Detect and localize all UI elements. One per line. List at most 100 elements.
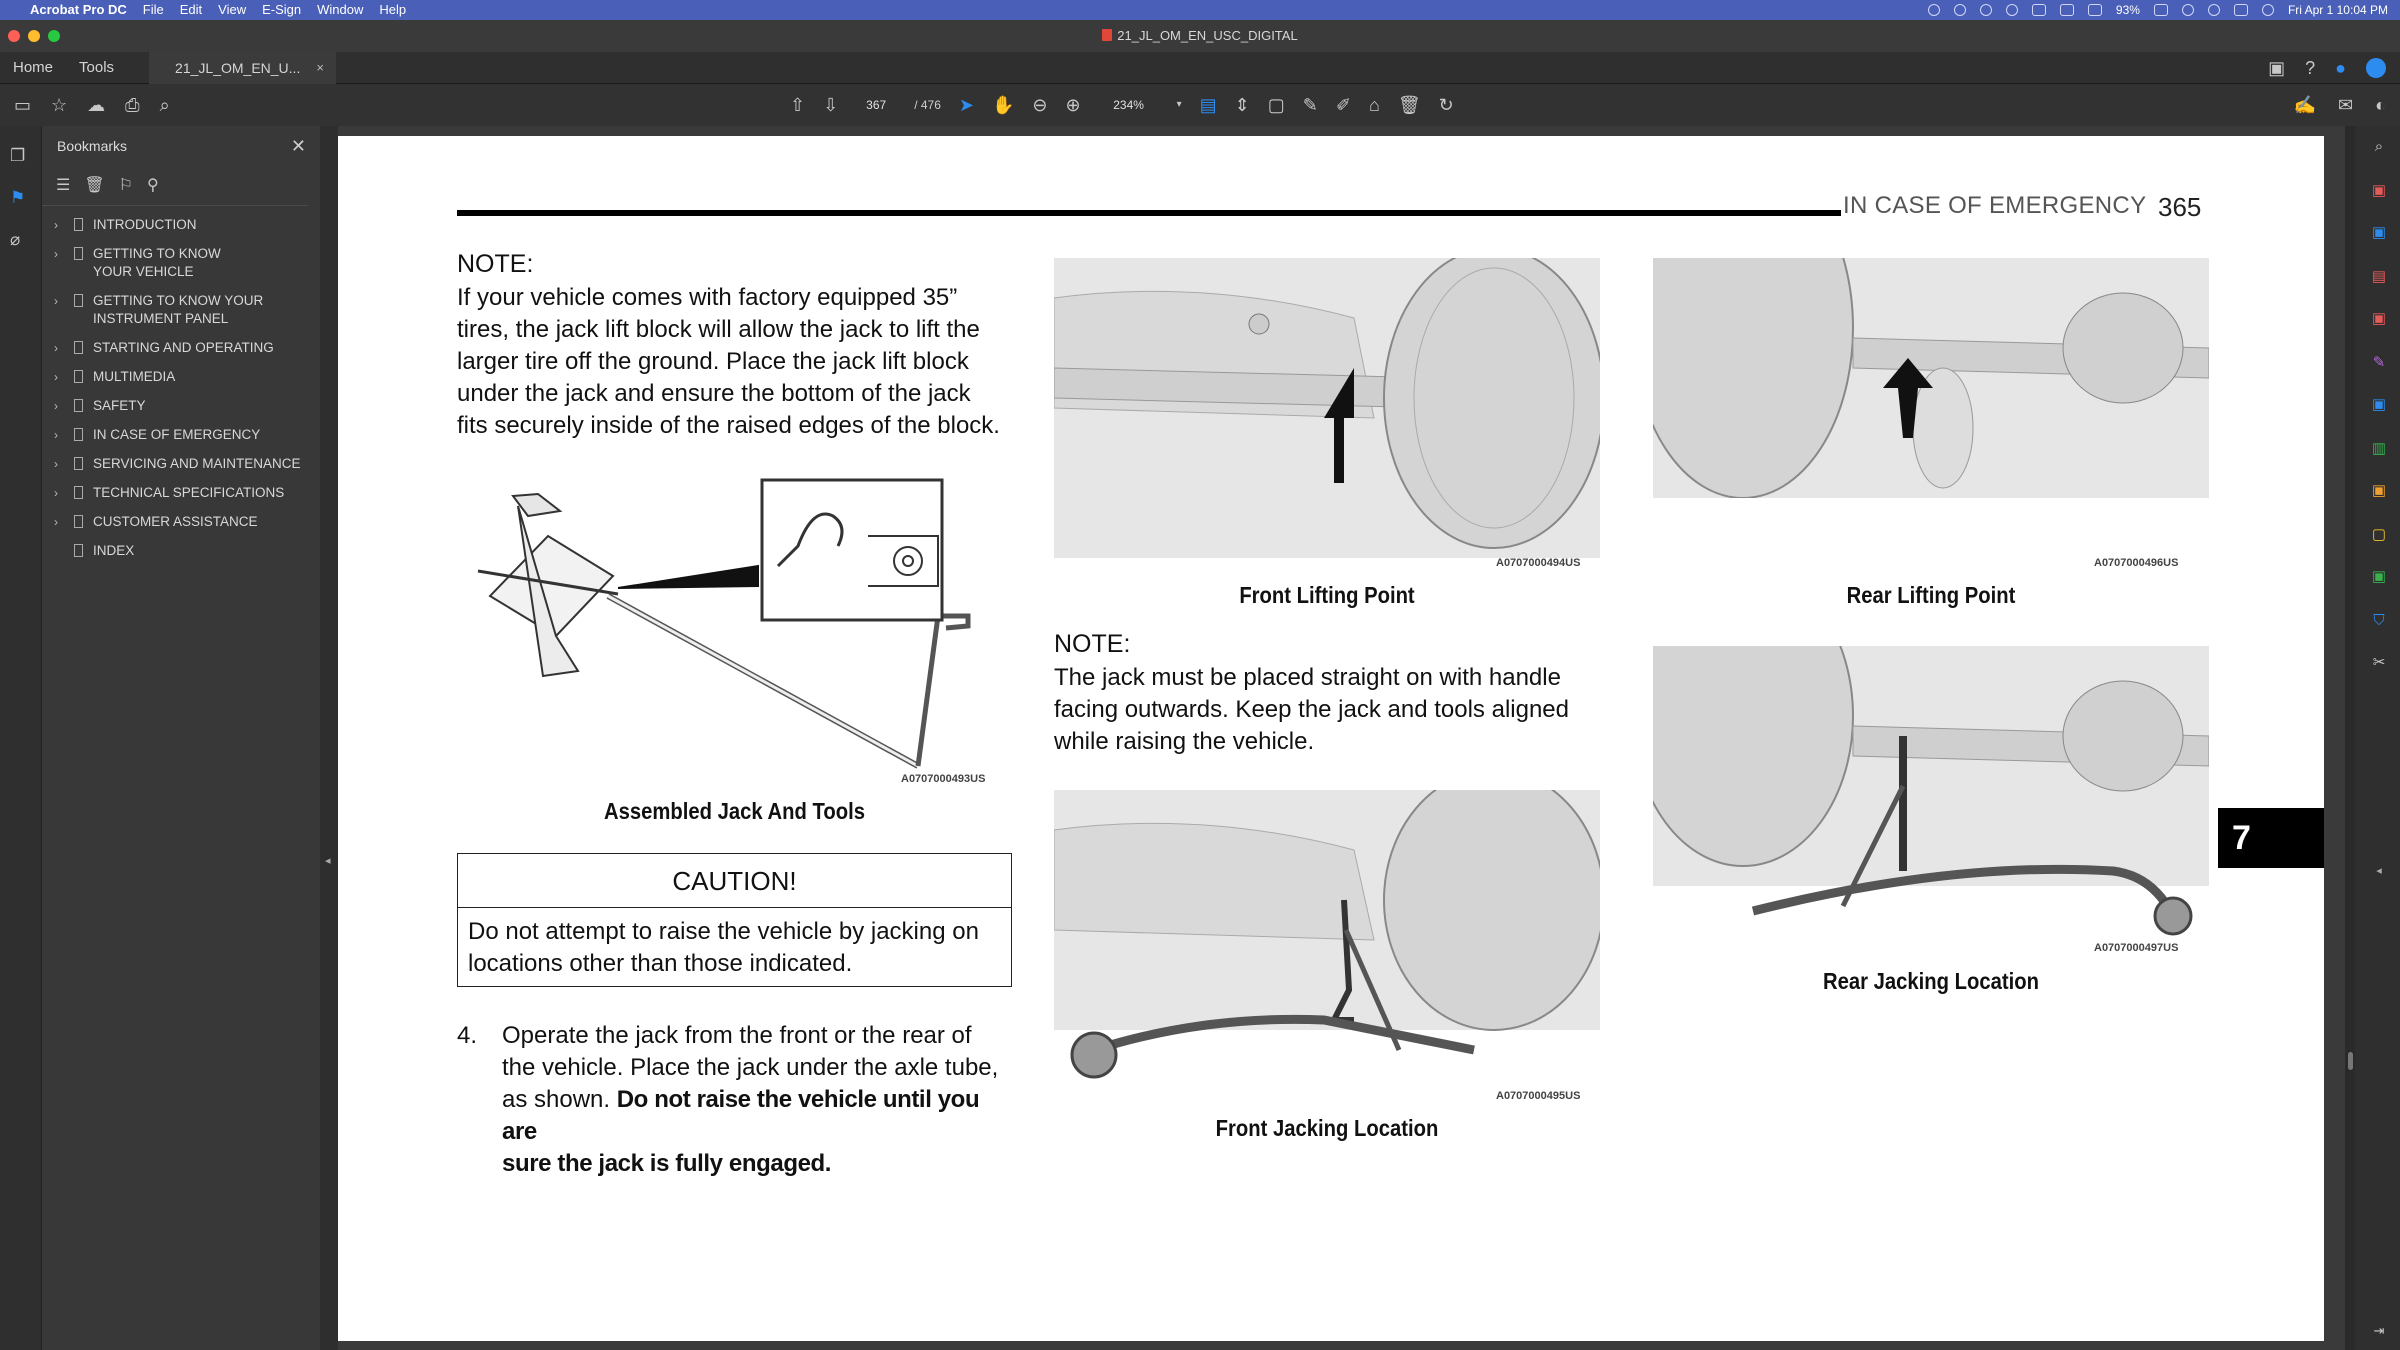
chevron-right-icon[interactable]: ›: [54, 513, 68, 531]
menu-window[interactable]: Window: [309, 0, 371, 20]
page-fit-icon[interactable]: ▤: [1200, 95, 1217, 115]
document-viewport[interactable]: IN CASE OF EMERGENCY 365 NOTE: If your v…: [338, 126, 2345, 1350]
chevron-right-icon[interactable]: ›: [54, 339, 68, 357]
compare-files-icon[interactable]: ▥: [2369, 440, 2389, 458]
bookmark-getting-to-know-your-instrument-panel[interactable]: › GETTING TO KNOW YOUR INSTRUMENT PANEL: [42, 292, 320, 328]
zoom-search-icon[interactable]: ⌕: [2369, 138, 2389, 156]
siri-icon[interactable]: [2261, 4, 2274, 16]
close-panel-icon[interactable]: ✕: [291, 136, 306, 157]
delete-icon[interactable]: 🗑: [1398, 95, 1421, 115]
accessibility-icon[interactable]: ◐: [2375, 95, 2386, 115]
volume-icon[interactable]: [2059, 4, 2074, 16]
tab-document[interactable]: 21_JL_OM_EN_U... ×: [149, 51, 336, 84]
menu-app-name[interactable]: Acrobat Pro DC: [22, 0, 135, 20]
chevron-right-icon[interactable]: ›: [54, 245, 68, 263]
clock[interactable]: Fri Apr 1 10:04 PM: [2288, 3, 2388, 17]
highlight-pen-icon[interactable]: ✎: [1303, 95, 1318, 115]
page-thumbnails-icon[interactable]: ❐: [10, 146, 25, 166]
collapse-panel-icon[interactable]: ◂: [325, 854, 331, 867]
bookmark-servicing-and-maintenance[interactable]: › SERVICING AND MAINTENANCE: [42, 455, 320, 473]
status-dots-icon[interactable]: [2031, 4, 2046, 16]
share-screen-icon[interactable]: ▣: [2268, 58, 2285, 78]
bookmark-safety[interactable]: › SAFETY: [42, 397, 320, 415]
menu-file[interactable]: File: [135, 0, 172, 20]
stamp-icon[interactable]: ⌂: [1369, 95, 1380, 115]
bookmark-index[interactable]: INDEX: [42, 542, 320, 560]
bookmark-multimedia[interactable]: › MULTIMEDIA: [42, 368, 320, 386]
chevron-right-icon[interactable]: ›: [54, 368, 68, 386]
bookmark-getting-to-know-your-vehicle[interactable]: › GETTING TO KNOW YOUR VEHICLE: [42, 245, 320, 281]
scroll-mode-icon[interactable]: ⇕: [1235, 95, 1250, 115]
status-info-icon[interactable]: [1953, 4, 1966, 16]
notifications-bell-icon[interactable]: ●: [2335, 58, 2346, 78]
bookmark-in-case-of-emergency[interactable]: › IN CASE OF EMERGENCY: [42, 426, 320, 444]
time-machine-icon[interactable]: [2005, 4, 2018, 16]
chevron-right-icon[interactable]: ›: [54, 484, 68, 502]
organize-pages-icon[interactable]: ▣: [2369, 310, 2389, 328]
chevron-right-icon[interactable]: ›: [54, 292, 68, 310]
chevron-right-icon[interactable]: ›: [54, 455, 68, 473]
bookmark-starting-and-operating[interactable]: › STARTING AND OPERATING: [42, 339, 320, 357]
export-pdf-icon[interactable]: ▣: [2369, 182, 2389, 200]
zoom-dropdown-icon[interactable]: ▾: [1177, 95, 1182, 115]
print-icon[interactable]: ⎙: [125, 95, 139, 115]
bookmark-customer-assistance[interactable]: › CUSTOMER ASSISTANCE: [42, 513, 320, 531]
search-icon[interactable]: ⌕: [160, 95, 170, 115]
comment-icon[interactable]: ▢: [1268, 95, 1285, 115]
fill-sign-icon[interactable]: ✎: [2369, 354, 2389, 372]
attachments-icon[interactable]: ⌀: [10, 230, 20, 250]
battery-icon[interactable]: [2153, 4, 2168, 16]
next-page-icon[interactable]: ⇩: [823, 95, 838, 115]
select-cursor-icon[interactable]: ➤: [959, 95, 974, 115]
previous-page-icon[interactable]: ⇧: [790, 95, 805, 115]
mail-icon[interactable]: ✉: [2338, 95, 2353, 115]
draw-icon[interactable]: ✐: [1336, 95, 1351, 115]
print-production-icon[interactable]: ▣: [2369, 568, 2389, 586]
creative-cloud-icon[interactable]: [1927, 4, 1940, 16]
spotlight-search-icon[interactable]: [2207, 4, 2220, 16]
expand-panel-icon[interactable]: ◂: [2369, 862, 2389, 880]
menu-help[interactable]: Help: [371, 0, 414, 20]
menu-edit[interactable]: Edit: [172, 0, 210, 20]
zoom-in-icon[interactable]: ⊕: [1066, 95, 1081, 115]
request-signature-icon[interactable]: ▣: [2369, 396, 2389, 414]
wifi-icon[interactable]: [2181, 4, 2194, 16]
create-pdf-icon[interactable]: ▤: [2369, 268, 2389, 286]
battery-percent[interactable]: 93%: [2116, 3, 2140, 17]
tab-home[interactable]: Home: [0, 52, 66, 84]
more-tools-icon[interactable]: ✂: [2369, 654, 2389, 672]
upload-cloud-icon[interactable]: ☁: [87, 95, 105, 115]
new-bookmark-icon[interactable]: ⚐: [119, 176, 133, 196]
zoom-out-icon[interactable]: ⊖: [1032, 95, 1047, 115]
bookmark-introduction[interactable]: › INTRODUCTION: [42, 216, 320, 234]
delete-bookmark-icon[interactable]: 🗑: [84, 176, 104, 196]
scan-ocr-icon[interactable]: ▣: [2369, 482, 2389, 500]
comment-tool-icon[interactable]: ▢: [2369, 526, 2389, 544]
scrollbar-thumb[interactable]: [2348, 1052, 2353, 1070]
control-center-icon[interactable]: [2233, 4, 2248, 16]
bluetooth-icon[interactable]: [2087, 4, 2102, 16]
chevron-right-icon[interactable]: ›: [54, 426, 68, 444]
rotate-icon[interactable]: ↻: [1439, 95, 1454, 115]
chevron-right-icon[interactable]: ›: [54, 397, 68, 415]
page-number-input[interactable]: 367: [856, 98, 896, 112]
bookmark-star-icon[interactable]: ☆: [51, 95, 67, 115]
bookmark-options-icon[interactable]: ☰: [56, 176, 70, 196]
panel-splitter[interactable]: ◂: [320, 126, 338, 1350]
bookmarks-panel-icon[interactable]: ⚑: [10, 188, 25, 208]
zoom-level-select[interactable]: 234%: [1099, 98, 1159, 112]
help-icon[interactable]: ?: [2305, 58, 2315, 78]
menu-esign[interactable]: E-Sign: [254, 0, 309, 20]
find-bookmark-icon[interactable]: ⚲: [147, 176, 159, 196]
status-sync-icon[interactable]: [1979, 4, 1992, 16]
vertical-scrollbar[interactable]: [2345, 126, 2355, 1350]
bookmark-technical-specifications[interactable]: › TECHNICAL SPECIFICATIONS: [42, 484, 320, 502]
menu-view[interactable]: View: [210, 0, 254, 20]
edit-pdf-icon[interactable]: ▣: [2369, 224, 2389, 242]
account-avatar[interactable]: [2366, 57, 2386, 78]
protect-icon[interactable]: ⛉: [2369, 612, 2389, 630]
chevron-right-icon[interactable]: ›: [54, 216, 68, 234]
collapse-rail-icon[interactable]: ⇥: [2369, 1322, 2389, 1340]
hand-tool-icon[interactable]: ✋: [992, 95, 1014, 115]
sign-icon[interactable]: ✍: [2294, 95, 2316, 115]
